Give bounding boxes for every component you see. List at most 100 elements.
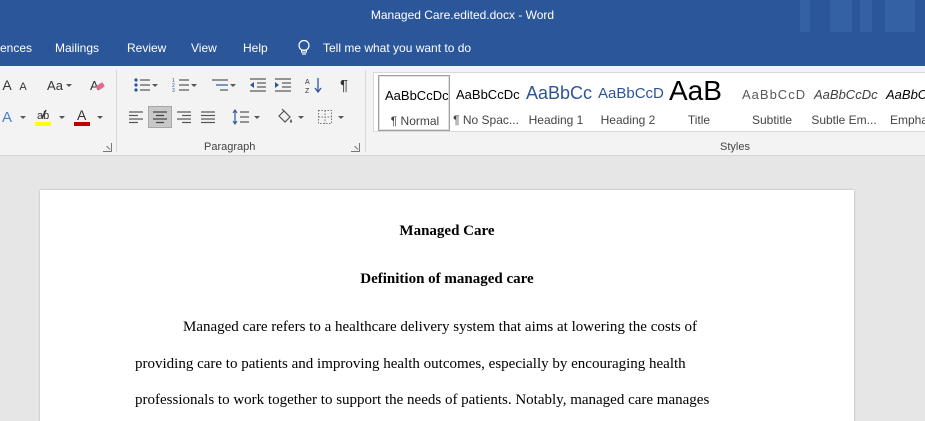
chevron-down-icon (230, 84, 236, 87)
tell-me-search[interactable]: Tell me what you want to do (323, 41, 471, 55)
style-name: Heading 1 (528, 113, 584, 127)
styles-gallery: AaBbCcDc ¶ Normal AaBbCcDc ¶ No Spac... … (373, 72, 925, 132)
grow-font-button[interactable]: A (0, 74, 14, 96)
align-left-button[interactable] (125, 106, 147, 128)
align-center-button[interactable] (148, 106, 172, 128)
style-subtle-emphasis[interactable]: AaBbCcDc Subtle Em... (808, 75, 880, 131)
ribbon: A A Aa A A ab A (0, 66, 925, 156)
clear-formatting-icon: A (90, 78, 105, 93)
window-title: Managed Care.edited.docx - Word (370, 8, 555, 22)
text-effects-button[interactable]: A (0, 106, 14, 128)
borders-button[interactable] (312, 106, 346, 128)
numbering-button[interactable]: 1 2 3 (163, 74, 199, 96)
chevron-down-icon (191, 84, 197, 87)
font-color-icon: A (74, 107, 90, 126)
change-case-icon: Aa (47, 77, 63, 93)
chevron-down-icon (298, 116, 304, 119)
chevron-down-icon (66, 84, 72, 87)
style-title[interactable]: AaB Title (663, 75, 735, 131)
align-left-icon (129, 111, 143, 124)
style-sample: AaBbCcD (742, 87, 807, 102)
paragraph-line: professionals to work together to suppor… (135, 392, 710, 408)
highlight-color-button[interactable]: ab (33, 106, 53, 128)
group-separator (365, 70, 366, 152)
style-sample: AaBbCcD (598, 85, 664, 102)
justify-button[interactable] (197, 106, 219, 128)
style-sample: AaBbCcDc (456, 87, 520, 102)
bullets-icon (134, 78, 150, 92)
increase-indent-icon (275, 78, 291, 92)
decrease-indent-button[interactable] (247, 74, 269, 96)
text-effects-icon: A (1, 108, 12, 126)
style-name: ¶ No Spac... (453, 113, 519, 127)
shrink-font-icon: A (19, 81, 27, 93)
paragraph-group-label: Paragraph (204, 141, 256, 153)
svg-text:Z: Z (305, 88, 310, 94)
style-sample: AaBbCc (526, 83, 592, 103)
tab-view[interactable]: View (191, 41, 217, 55)
style-name: Empha (890, 113, 925, 127)
shrink-font-button[interactable]: A (16, 76, 30, 98)
decrease-indent-icon (250, 78, 266, 92)
style-name: Subtitle (751, 113, 793, 127)
style-emphasis[interactable]: AaBbCcI Empha (880, 75, 925, 131)
style-subtitle[interactable]: AaBbCcD Subtitle (736, 75, 808, 131)
numbering-icon: 1 2 3 (172, 78, 189, 93)
tab-references[interactable]: ences (0, 41, 32, 55)
shading-button[interactable] (272, 106, 306, 128)
svg-text:3: 3 (172, 88, 175, 93)
style-no-spacing[interactable]: AaBbCcDc ¶ No Spac... (450, 75, 522, 131)
align-center-icon (153, 111, 167, 124)
chevron-down-icon[interactable] (20, 116, 26, 119)
style-name: Title (687, 113, 711, 127)
paint-bucket-icon (278, 108, 292, 123)
document-area: Managed Care Definition of managed care … (0, 157, 925, 421)
paragraph-line: Managed care refers to a healthcare deli… (183, 319, 697, 335)
highlighter-icon: ab (35, 109, 51, 126)
chevron-down-icon (254, 116, 260, 119)
svg-text:A: A (305, 79, 310, 86)
chevron-down-icon[interactable] (59, 116, 65, 119)
show-formatting-marks-button[interactable]: ¶ (334, 74, 354, 96)
sort-button[interactable]: A Z (303, 74, 325, 96)
line-spacing-button[interactable] (228, 106, 262, 128)
style-sample: AaB (669, 75, 722, 106)
styles-group-label: Styles (720, 141, 750, 153)
line-spacing-icon (232, 109, 249, 125)
style-name: ¶ Normal (390, 114, 440, 128)
chevron-down-icon[interactable] (97, 116, 103, 119)
section-heading: Definition of managed care (360, 271, 534, 287)
increase-indent-button[interactable] (272, 74, 294, 96)
justify-icon (201, 111, 215, 124)
style-sample: AaBbCcI (886, 87, 925, 102)
font-color-button[interactable]: A (72, 106, 92, 128)
document-page[interactable]: Managed Care Definition of managed care … (40, 190, 854, 421)
bullets-button[interactable] (124, 74, 160, 96)
style-name: Subtle Em... (811, 113, 877, 127)
paragraph-dialog-launcher[interactable] (351, 143, 360, 152)
style-sample: AaBbCcDc (385, 88, 449, 103)
chevron-down-icon (338, 116, 344, 119)
borders-icon (318, 110, 332, 124)
style-normal[interactable]: AaBbCcDc ¶ Normal (378, 75, 450, 131)
title-bar: Managed Care.edited.docx - Word (0, 0, 925, 32)
tab-help[interactable]: Help (243, 41, 268, 55)
clear-formatting-button[interactable]: A (86, 74, 108, 96)
font-dialog-launcher[interactable] (103, 143, 112, 152)
style-name: Heading 2 (600, 113, 656, 127)
chevron-down-icon (152, 84, 158, 87)
align-right-button[interactable] (173, 106, 195, 128)
align-right-icon (177, 111, 191, 124)
style-heading-1[interactable]: AaBbCc Heading 1 (520, 75, 592, 131)
change-case-button[interactable]: Aa (44, 74, 74, 96)
style-sample: AaBbCcDc (814, 87, 878, 102)
grow-font-icon: A (2, 77, 12, 93)
svg-text:A: A (77, 107, 87, 123)
tab-review[interactable]: Review (127, 41, 166, 55)
multilevel-list-button[interactable] (202, 74, 238, 96)
style-heading-2[interactable]: AaBbCcD Heading 2 (592, 75, 664, 131)
ribbon-tabs: ences Mailings Review View Help Tell me … (0, 32, 925, 66)
pilcrow-icon: ¶ (339, 76, 349, 94)
group-separator (116, 70, 117, 152)
tab-mailings[interactable]: Mailings (55, 41, 99, 55)
